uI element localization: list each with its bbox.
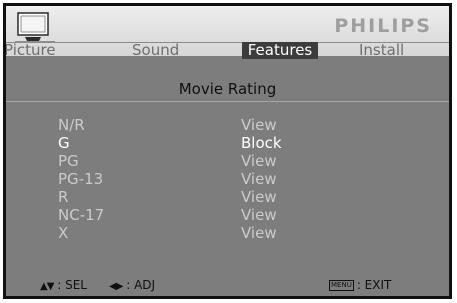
adj-label: : ADJ (126, 278, 156, 292)
rating-row-nr[interactable]: N/R View (6, 116, 449, 134)
key-help-bar: ▲▼ : SEL ◀▶ : ADJ MENU: EXIT (6, 276, 449, 294)
rating-value[interactable]: View (241, 116, 277, 134)
rating-value[interactable]: View (241, 224, 277, 242)
title-divider (6, 101, 449, 102)
rating-row-pg13[interactable]: PG-13 View (6, 170, 449, 188)
up-down-arrows-icon: ▲▼ (40, 281, 54, 292)
rating-name: N/R (58, 116, 85, 134)
menu-key-icon: MENU (329, 280, 354, 291)
menu-header: PHILIPS Picture Sound Features Install (6, 6, 449, 59)
rating-name: X (58, 224, 69, 242)
rating-name: R (58, 188, 69, 206)
left-right-arrows-icon: ◀▶ (109, 281, 123, 292)
rating-value[interactable]: View (241, 170, 277, 188)
rating-value[interactable]: View (241, 152, 277, 170)
sel-label: : SEL (57, 278, 87, 292)
exit-hint: MENU: EXIT (329, 276, 391, 294)
rating-name: PG (58, 152, 79, 170)
rating-row-pg[interactable]: PG View (6, 152, 449, 170)
brand-logo: PHILIPS (334, 15, 432, 37)
rating-row-nc17[interactable]: NC-17 View (6, 206, 449, 224)
rating-name: G (58, 134, 70, 152)
adj-hint: ◀▶ : ADJ (109, 276, 155, 296)
rating-row-x[interactable]: X View (6, 224, 449, 242)
menu-tabs: Picture Sound Features Install (6, 42, 449, 59)
tab-picture[interactable]: Picture (6, 42, 56, 59)
rating-value[interactable]: View (241, 188, 277, 206)
tab-sound[interactable]: Sound (132, 42, 179, 59)
tab-features[interactable]: Features (242, 42, 318, 59)
rating-row-r[interactable]: R View (6, 188, 449, 206)
rating-row-g[interactable]: G Block (6, 134, 449, 152)
exit-label: : EXIT (356, 278, 392, 292)
rating-name: NC-17 (58, 206, 105, 224)
rating-name: PG-13 (58, 170, 104, 188)
osd-menu: PHILIPS Picture Sound Features Install M… (3, 3, 452, 299)
sel-hint: ▲▼ : SEL (40, 276, 87, 296)
rating-value[interactable]: Block (241, 134, 282, 152)
page-title: Movie Rating (178, 80, 277, 98)
tab-install[interactable]: Install (359, 42, 404, 59)
tv-icon (15, 12, 55, 43)
rating-value[interactable]: View (241, 206, 277, 224)
